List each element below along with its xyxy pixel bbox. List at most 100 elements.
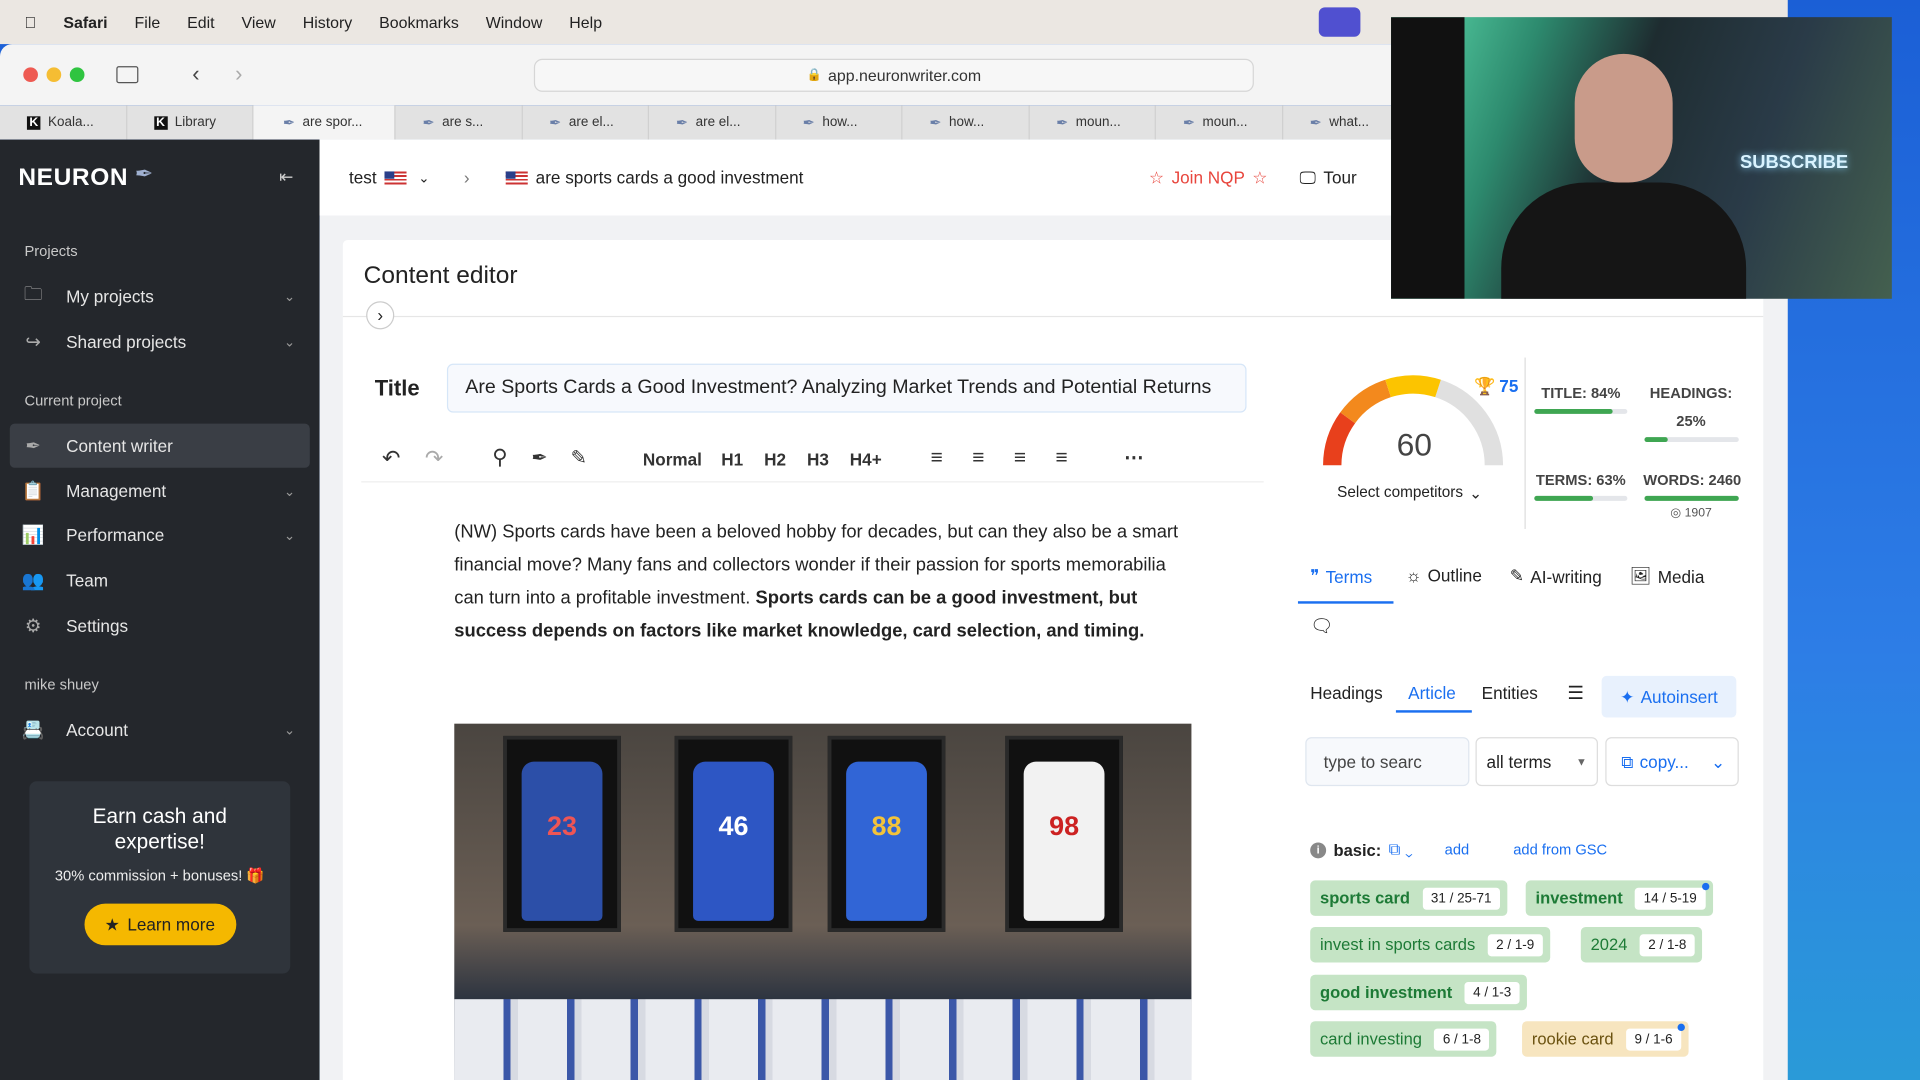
menu-help[interactable]: Help (569, 13, 602, 31)
title-input[interactable]: Are Sports Cards a Good Investment? Anal… (446, 363, 1247, 413)
forward-icon[interactable]: › (235, 61, 242, 87)
browser-tab[interactable]: ✒ are el... (649, 105, 776, 140)
tab-terms[interactable]: ❞ Terms (1310, 566, 1372, 587)
sidebar-toggle-icon[interactable] (116, 66, 139, 84)
format-h2[interactable]: H2 (764, 449, 786, 469)
screen-share-icon[interactable] (1318, 7, 1361, 37)
menu-window[interactable]: Window (486, 13, 543, 31)
collapse-sidebar-icon[interactable]: ⇤ (279, 167, 293, 188)
tab-media[interactable]: 🖼 Media (1630, 566, 1705, 587)
term-chip[interactable]: good investment 4 / 1-3 (1310, 974, 1528, 1011)
term-chip[interactable]: rookie card 9 / 1-6 (1522, 1021, 1689, 1057)
term-chip[interactable]: sports card 31 / 25-71 (1310, 880, 1508, 916)
align-left-icon[interactable]: ≡ (931, 446, 943, 470)
term-count-value: 14 / 5-19 (1643, 890, 1697, 906)
sidebar-item-settings[interactable]: ⚙ Settings (10, 604, 310, 648)
basic-label: basic: (1333, 840, 1382, 859)
copy-icon: ⧉ (1621, 751, 1634, 771)
menu-view[interactable]: View (242, 13, 276, 31)
tab-outline-label: Outline (1427, 565, 1482, 586)
filter-settings-icon[interactable]: ☰ (1567, 682, 1583, 704)
select-competitors-dropdown[interactable]: Select competitors ⌄ (1337, 484, 1482, 502)
add-from-gsc-link[interactable]: add from GSC (1513, 841, 1607, 858)
sidebar-item-content-writer[interactable]: ✒ Content writer (9, 423, 310, 468)
sidebar-item-performance[interactable]: 📊 Performance ⌄ (10, 513, 310, 557)
star-icon: ★ (104, 914, 120, 934)
highlighter-icon[interactable]: ✒ (531, 446, 547, 470)
browser-tab[interactable]: ✒ are el... (522, 105, 649, 140)
target-icon: ◎ (1670, 506, 1681, 521)
close-window-button[interactable] (23, 67, 38, 83)
pen-icon[interactable]: ✎ (571, 446, 587, 470)
copy-terms-icon[interactable]: ⧉ ⌄ (1389, 840, 1413, 860)
format-h4plus[interactable]: H4+ (850, 449, 882, 469)
term-chip[interactable]: 2024 2 / 1-8 (1580, 926, 1703, 963)
zoom-window-button[interactable] (69, 67, 85, 83)
sidebar-item-management[interactable]: 📋 Management ⌄ (10, 469, 310, 513)
menu-file[interactable]: File (135, 13, 161, 31)
more-icon[interactable]: ⋯ (1124, 446, 1144, 470)
back-icon[interactable]: ‹ (192, 61, 199, 87)
term-chip[interactable]: card investing 6 / 1-8 (1310, 1021, 1497, 1057)
add-term-link[interactable]: add (1445, 841, 1470, 858)
align-center-icon[interactable]: ≡ (972, 446, 984, 470)
subtab-headings[interactable]: Headings (1310, 683, 1382, 703)
undo-icon[interactable]: ↶ (382, 446, 400, 472)
active-tab-underline (1297, 601, 1394, 604)
minimize-window-button[interactable] (46, 67, 62, 83)
menu-history[interactable]: History (303, 13, 353, 31)
menu-edit[interactable]: Edit (187, 13, 214, 31)
join-nqp-link[interactable]: ☆ Join NQP ☆ (1149, 167, 1268, 188)
term-search-input[interactable]: type to searc (1305, 737, 1470, 787)
terms-progress (1534, 495, 1628, 501)
chevron-down-icon[interactable]: ⌄ (418, 170, 429, 186)
term-chip[interactable]: invest in sports cards 2 / 1-9 (1310, 926, 1551, 963)
tab-title: are el... (695, 115, 741, 130)
sidebar-item-team[interactable]: 👥 Team (10, 558, 310, 602)
subtab-entities[interactable]: Entities (1482, 683, 1538, 703)
align-right-icon[interactable]: ≡ (1014, 446, 1026, 470)
words-progress (1644, 495, 1739, 501)
term-chip[interactable]: investment 14 / 5-19 (1525, 880, 1713, 916)
term-filter-select[interactable]: all terms ▼ (1475, 737, 1598, 787)
sidebar-item-shared-projects[interactable]: ↪ Shared projects ⌄ (10, 320, 310, 364)
browser-tab[interactable]: ✒ are s... (396, 105, 523, 140)
menu-app[interactable]: Safari (63, 13, 107, 31)
format-h1[interactable]: H1 (721, 449, 743, 469)
browser-tab[interactable]: ✒ moun... (1029, 105, 1156, 140)
redo-icon[interactable]: ↷ (425, 446, 443, 472)
format-normal[interactable]: Normal (643, 449, 702, 469)
feather-icon: ✒ (1182, 113, 1196, 132)
chat-icon[interactable]: 🗨 (1310, 615, 1333, 637)
apple-icon[interactable]:  (24, 13, 36, 31)
quote-icon: ❞ (1310, 565, 1320, 586)
browser-tab[interactable]: K Koala... (0, 105, 127, 140)
breadcrumb-chevron-icon: › (463, 167, 470, 188)
sidebar-item-my-projects[interactable]: 🗀 My projects ⌄ (10, 274, 310, 318)
subtab-article[interactable]: Article (1408, 683, 1456, 703)
page-title: Content editor (363, 262, 518, 289)
browser-tab[interactable]: ✒ how... (902, 105, 1030, 140)
sidebar-item-account[interactable]: 📇 Account ⌄ (10, 708, 310, 752)
align-justify-icon[interactable]: ≡ (1056, 446, 1068, 470)
tab-ai-writing[interactable]: ✎ AI-writing (1510, 566, 1602, 587)
menu-bookmarks[interactable]: Bookmarks (379, 13, 459, 31)
copy-dropdown[interactable]: ⧉ copy... ⌄ (1605, 737, 1739, 787)
autoinsert-button[interactable]: ✦ Autoinsert (1601, 675, 1737, 718)
divider (1524, 357, 1526, 529)
learn-more-button[interactable]: ★ Learn more (83, 903, 236, 946)
browser-tab[interactable]: ✒ how... (776, 105, 903, 140)
tour-button[interactable]: 🖵 Tour (1300, 167, 1357, 188)
caret-down-icon: ▼ (1576, 755, 1587, 768)
format-h3[interactable]: H3 (807, 449, 829, 469)
browser-tab[interactable]: ✒ are spor... (253, 105, 396, 140)
address-bar[interactable]: 🔒 app.neuronwriter.com (533, 58, 1254, 92)
term-count-value: 2 / 1-9 (1496, 937, 1535, 953)
expand-icon[interactable]: › (366, 301, 395, 330)
editor-body[interactable]: (NW) Sports cards have been a beloved ho… (454, 516, 1189, 648)
project-selector[interactable]: test (349, 168, 377, 188)
tab-outline[interactable]: ☼ Outline (1406, 566, 1482, 586)
browser-tab[interactable]: K Library (127, 105, 254, 140)
search-icon[interactable]: ⚲ (492, 446, 507, 470)
browser-tab[interactable]: ✒ moun... (1156, 105, 1283, 140)
